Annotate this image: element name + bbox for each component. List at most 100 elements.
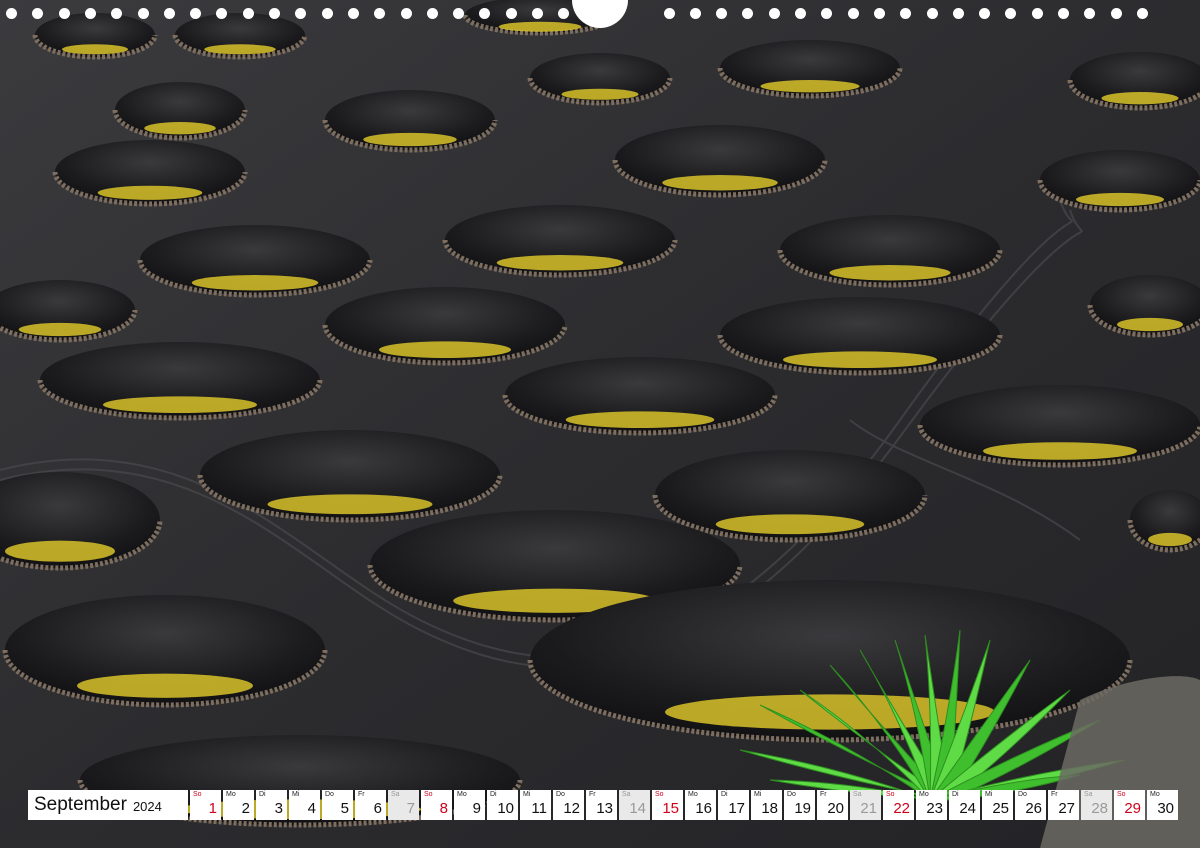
binding-hole — [295, 8, 307, 19]
day-cell: Sa 7 — [388, 790, 419, 820]
vineyard-photo — [0, 0, 1200, 848]
day-cell: So 15 — [652, 790, 683, 820]
binding-hole — [716, 8, 728, 19]
day-number: 29 — [1124, 800, 1141, 817]
day-number: 17 — [728, 800, 745, 817]
day-cell: Di 24 — [949, 790, 980, 820]
day-cell: Mi 4 — [289, 790, 320, 820]
weekday-label: Fr — [589, 791, 596, 798]
day-cell: So 22 — [883, 790, 914, 820]
day-number: 23 — [926, 800, 943, 817]
vine-pit — [2, 595, 328, 708]
binding-hole — [32, 8, 44, 19]
binding-hole — [873, 8, 885, 19]
day-cell: Mo 16 — [685, 790, 716, 820]
binding-hole — [532, 8, 543, 19]
weekday-label: Mi — [292, 791, 300, 798]
vine-pit — [197, 430, 503, 523]
binding-hole — [821, 8, 833, 19]
day-cell: Mo 9 — [454, 790, 485, 820]
binding-hole — [847, 8, 859, 19]
binding-hole — [190, 8, 202, 19]
binding-hole — [558, 8, 570, 19]
weekday-label: So — [193, 791, 202, 798]
day-cell: Do 19 — [784, 790, 815, 820]
day-cell: Do 5 — [322, 790, 353, 820]
day-number: 10 — [497, 800, 514, 817]
day-cell: Sa 28 — [1081, 790, 1112, 820]
calendar-strip: September 2024 So 1 Mo 2 Di 3 Mi 4 Do 5 Fr 6 Sa 7 So 8 M… — [28, 790, 1178, 820]
weekday-label: Di — [721, 791, 728, 798]
day-number: 15 — [662, 800, 679, 817]
day-number: 7 — [406, 800, 415, 817]
day-number: 14 — [629, 800, 646, 817]
binding-hole — [952, 8, 964, 19]
vine-pit — [322, 90, 498, 153]
day-number: 5 — [340, 800, 349, 817]
day-number: 22 — [893, 800, 910, 817]
weekday-label: Sa — [1084, 791, 1093, 798]
day-cell: Di 3 — [256, 790, 287, 820]
weekday-label: Do — [325, 791, 334, 798]
binding-hole — [321, 8, 333, 19]
vine-pit — [717, 297, 1003, 376]
weekday-label: Di — [490, 791, 497, 798]
binding-hole — [84, 8, 96, 19]
weekday-label: Di — [952, 791, 959, 798]
binding-hole — [1084, 8, 1096, 19]
vine-pit — [502, 357, 778, 436]
weekday-label: Sa — [391, 791, 400, 798]
weekday-label: Mi — [754, 791, 762, 798]
day-cell: Di 17 — [718, 790, 749, 820]
vine-pit — [1037, 150, 1200, 213]
day-number: 27 — [1058, 800, 1075, 817]
binding-hole — [163, 8, 175, 19]
vine-pit — [917, 385, 1200, 468]
day-cell: So 29 — [1114, 790, 1145, 820]
day-number: 24 — [959, 800, 976, 817]
day-number: 1 — [208, 800, 217, 817]
day-number: 19 — [794, 800, 811, 817]
day-number: 4 — [307, 800, 316, 817]
binding-hole — [58, 8, 70, 19]
weekday-label: Sa — [853, 791, 862, 798]
weekday-label: Fr — [820, 791, 827, 798]
day-cell: Sa 14 — [619, 790, 650, 820]
vine-pit — [777, 215, 1003, 288]
day-cell: Mo 2 — [223, 790, 254, 820]
day-cell: Di 10 — [487, 790, 518, 820]
binding-hole — [768, 8, 780, 19]
binding-hole — [1031, 8, 1043, 19]
binding-hole — [269, 8, 280, 19]
weekday-label: So — [424, 791, 433, 798]
day-number: 18 — [761, 800, 778, 817]
vine-pit — [442, 205, 678, 278]
vine-pit — [717, 40, 903, 99]
vine-pit — [37, 342, 323, 421]
weekday-label: Mo — [1150, 791, 1160, 798]
binding-hole — [663, 8, 675, 19]
vine-pit — [52, 140, 248, 207]
weekday-label: So — [1117, 791, 1126, 798]
month-label: September 2024 — [28, 790, 188, 820]
weekday-label: Mo — [688, 791, 698, 798]
weekday-label: Mi — [523, 791, 531, 798]
binding-hole — [6, 8, 17, 19]
binding-hole — [479, 8, 491, 19]
binding-hole — [742, 8, 754, 19]
vine-pit — [322, 287, 568, 366]
binding-hole — [505, 8, 517, 19]
day-cell: Sa 21 — [850, 790, 881, 820]
binding-hole — [216, 8, 228, 19]
day-number: 9 — [472, 800, 481, 817]
weekday-label: Do — [556, 791, 565, 798]
day-number: 11 — [531, 800, 547, 817]
binding-hole — [900, 8, 912, 19]
day-number: 3 — [274, 800, 283, 817]
weekday-label: So — [886, 791, 895, 798]
month-name: September — [34, 794, 127, 815]
day-cell: So 8 — [421, 790, 452, 820]
binding-hole — [1005, 8, 1017, 19]
day-cell: Mi 18 — [751, 790, 782, 820]
day-number: 26 — [1025, 800, 1042, 817]
